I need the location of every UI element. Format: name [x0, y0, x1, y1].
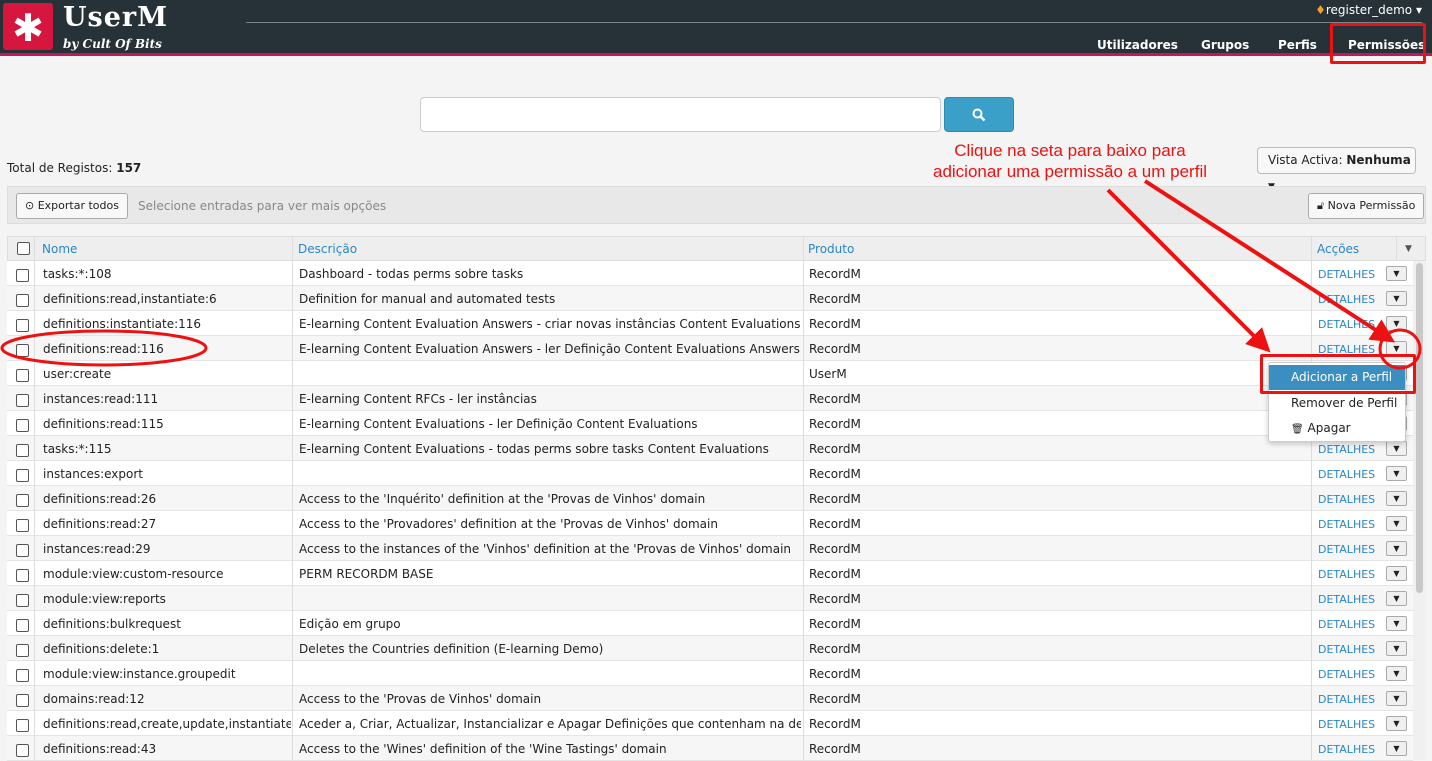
arrow-to-menu [1106, 188, 1271, 353]
arrow-to-caret [1143, 179, 1396, 343]
ellipse-caret-highlight [1378, 328, 1422, 370]
annotation-overlay [0, 179, 1422, 370]
ellipse-row-highlight [0, 329, 208, 367]
